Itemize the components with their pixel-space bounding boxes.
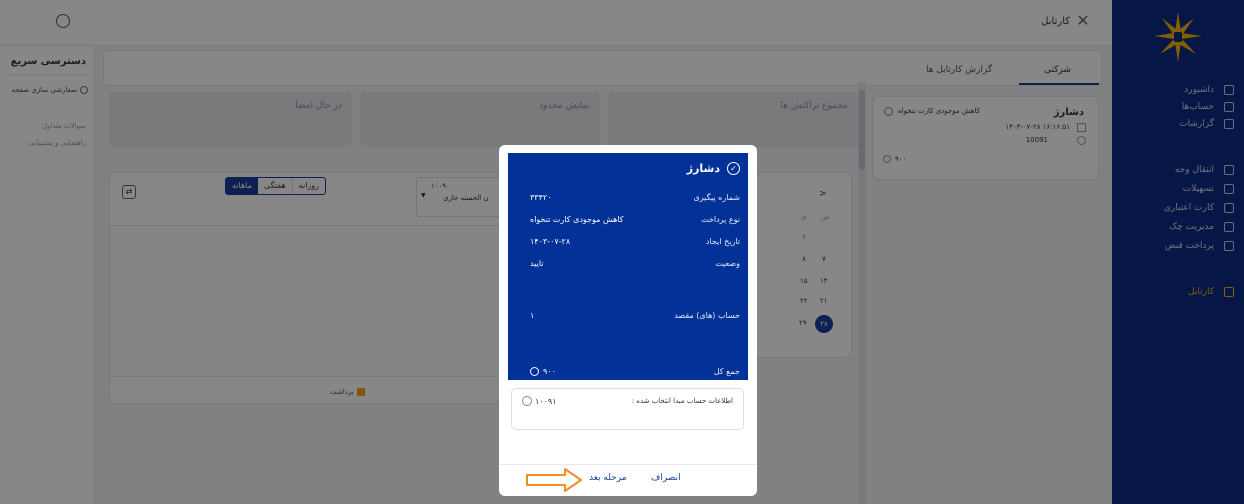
cancel-button[interactable]: انصراف [651, 473, 681, 483]
total-label: جمع کل [713, 367, 740, 376]
source-account-box: اطلاعات حساب مبدا انتخاب شده : ۱۰۰۹۱ [511, 388, 744, 430]
arrow-pointer-icon [526, 468, 582, 492]
check-circle-icon: ✓ [727, 162, 740, 175]
status-value: تایید [530, 259, 544, 268]
modal-footer-divider [499, 464, 757, 465]
rial-icon [530, 367, 539, 376]
dest-value: ۱ [530, 311, 535, 320]
source-value-wrap: ۱۰۰۹۱ [522, 396, 556, 406]
copy-icon[interactable] [522, 396, 532, 406]
row-payment-type: نوع پرداخت کاهش موجودی کارت تنخواه [508, 213, 748, 229]
transaction-detail-modal: ✓ دشارژ شماره پیگیری ۳۳۴۲۰ نوع پرداخت کا… [499, 145, 757, 496]
row-destination: حساب (های) مقصد ۱ [508, 309, 748, 325]
row-tracking: شماره پیگیری ۳۳۴۲۰ [508, 191, 748, 207]
tracking-value: ۳۳۴۲۰ [530, 193, 552, 202]
source-label: اطلاعات حساب مبدا انتخاب شده : [631, 397, 733, 405]
row-status: وضعیت تایید [508, 257, 748, 273]
payment-type-label: نوع پرداخت [701, 215, 740, 224]
created-value: ۱۴۰۳-۰۷-۲۸ [530, 237, 571, 246]
next-step-button[interactable]: مرحله بعد [589, 473, 627, 483]
payment-type-value: کاهش موجودی کارت تنخواه [530, 215, 624, 224]
transaction-summary: ✓ دشارژ شماره پیگیری ۳۳۴۲۰ نوع پرداخت کا… [508, 153, 748, 380]
tracking-label: شماره پیگیری [693, 193, 740, 202]
source-value: ۱۰۰۹۱ [535, 396, 557, 406]
status-label: وضعیت [715, 259, 740, 268]
total-value: ۹۰۰ [530, 367, 556, 376]
modal-title: دشارژ [686, 162, 720, 175]
total-amount: ۹۰۰ [543, 367, 556, 376]
row-total: جمع کل ۹۰۰ [508, 365, 748, 381]
created-label: تاریخ ایجاد [705, 237, 740, 246]
dest-label: حساب (های) مقصد [674, 311, 740, 320]
row-created: تاریخ ایجاد ۱۴۰۳-۰۷-۲۸ [508, 235, 748, 251]
